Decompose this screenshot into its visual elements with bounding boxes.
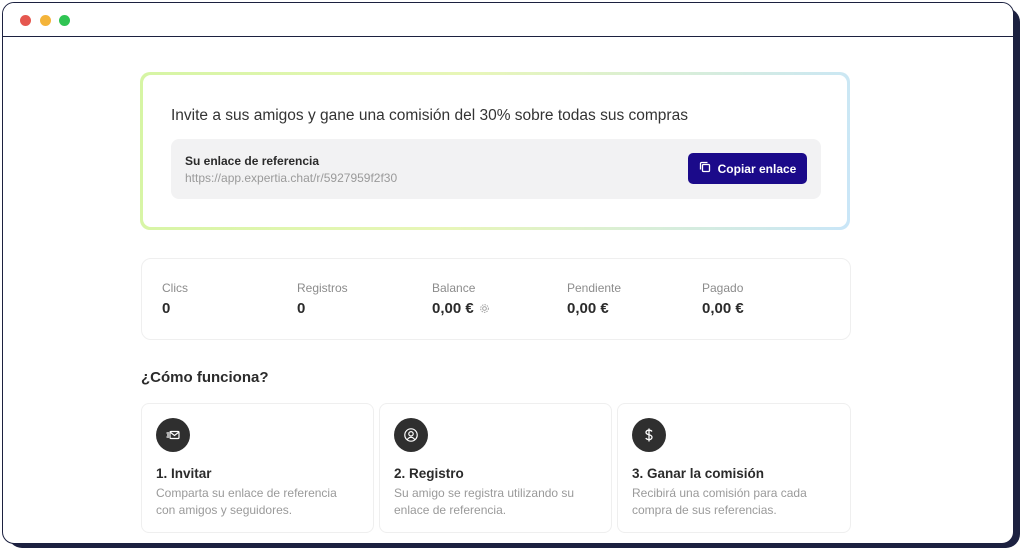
maximize-window-dot[interactable]: [59, 15, 70, 26]
dollar-icon: [632, 418, 666, 452]
referral-card: Invite a sus amigos y gane una comisión …: [140, 72, 850, 230]
title-bar: [3, 3, 1013, 37]
stats-card: Clics 0 Registros 0 Balance 0,00 € Pendi…: [141, 258, 851, 340]
stat-clicks: Clics 0: [162, 281, 188, 317]
stat-value: 0: [162, 300, 188, 317]
stat-pending: Pendiente 0,00 €: [567, 281, 621, 317]
stat-value-text: 0,00 €: [567, 300, 609, 317]
stat-label: Clics: [162, 281, 188, 295]
stat-value: 0: [297, 300, 348, 317]
close-window-dot[interactable]: [20, 15, 31, 26]
step-description: Comparta su enlace de referencia con ami…: [156, 486, 337, 517]
minimize-window-dot[interactable]: [40, 15, 51, 26]
stat-label: Balance: [432, 281, 476, 295]
gear-icon[interactable]: [479, 303, 490, 314]
step-description: Recibirá una comisión para cada compra d…: [632, 486, 807, 517]
stat-balance: Balance 0,00 €: [432, 281, 490, 317]
stat-value: 0,00 €: [702, 300, 744, 317]
step-card-register: 2. Registro Su amigo se registra utiliza…: [379, 403, 612, 533]
referral-card-inner: Invite a sus amigos y gane una comisión …: [143, 75, 847, 227]
copy-icon: [699, 161, 711, 176]
how-it-works-title: ¿Cómo funciona?: [141, 369, 269, 386]
referral-link-box: Su enlace de referencia https://app.expe…: [171, 139, 821, 199]
copy-link-label: Copiar enlace: [717, 161, 797, 176]
referral-link-url[interactable]: https://app.expertia.chat/r/5927959f2f30: [185, 171, 397, 185]
user-circle-icon: [394, 418, 428, 452]
step-title: 1. Invitar: [156, 466, 212, 481]
stat-value: 0,00 €: [432, 300, 490, 317]
referral-headline: Invite a sus amigos y gane una comisión …: [171, 107, 688, 124]
browser-window: Invite a sus amigos y gane una comisión …: [2, 2, 1014, 544]
stat-label: Pendiente: [567, 281, 622, 295]
stat-value-text: 0: [162, 300, 171, 317]
referral-link-label: Su enlace de referencia: [185, 154, 320, 168]
step-card-earn: 3. Ganar la comisión Recibirá una comisi…: [617, 403, 851, 533]
stat-value: 0,00 €: [567, 300, 621, 317]
step-card-invite: 1. Invitar Comparta su enlace de referen…: [141, 403, 374, 533]
step-title: 3. Ganar la comisión: [632, 466, 765, 481]
stat-value-text: 0,00 €: [432, 300, 474, 317]
stat-registrations: Registros 0: [297, 281, 348, 317]
page-content: Invite a sus amigos y gane una comisión …: [3, 38, 1013, 543]
stat-value-text: 0: [297, 300, 306, 317]
step-title: 2. Registro: [394, 466, 464, 481]
copy-link-button[interactable]: Copiar enlace: [688, 153, 807, 184]
mail-icon: [156, 418, 190, 452]
stat-paid: Pagado 0,00 €: [702, 281, 744, 317]
stat-label: Registros: [297, 281, 348, 295]
step-description: Su amigo se registra utilizando su enlac…: [394, 486, 575, 517]
stat-value-text: 0,00 €: [702, 300, 744, 317]
stat-label: Pagado: [702, 281, 744, 295]
